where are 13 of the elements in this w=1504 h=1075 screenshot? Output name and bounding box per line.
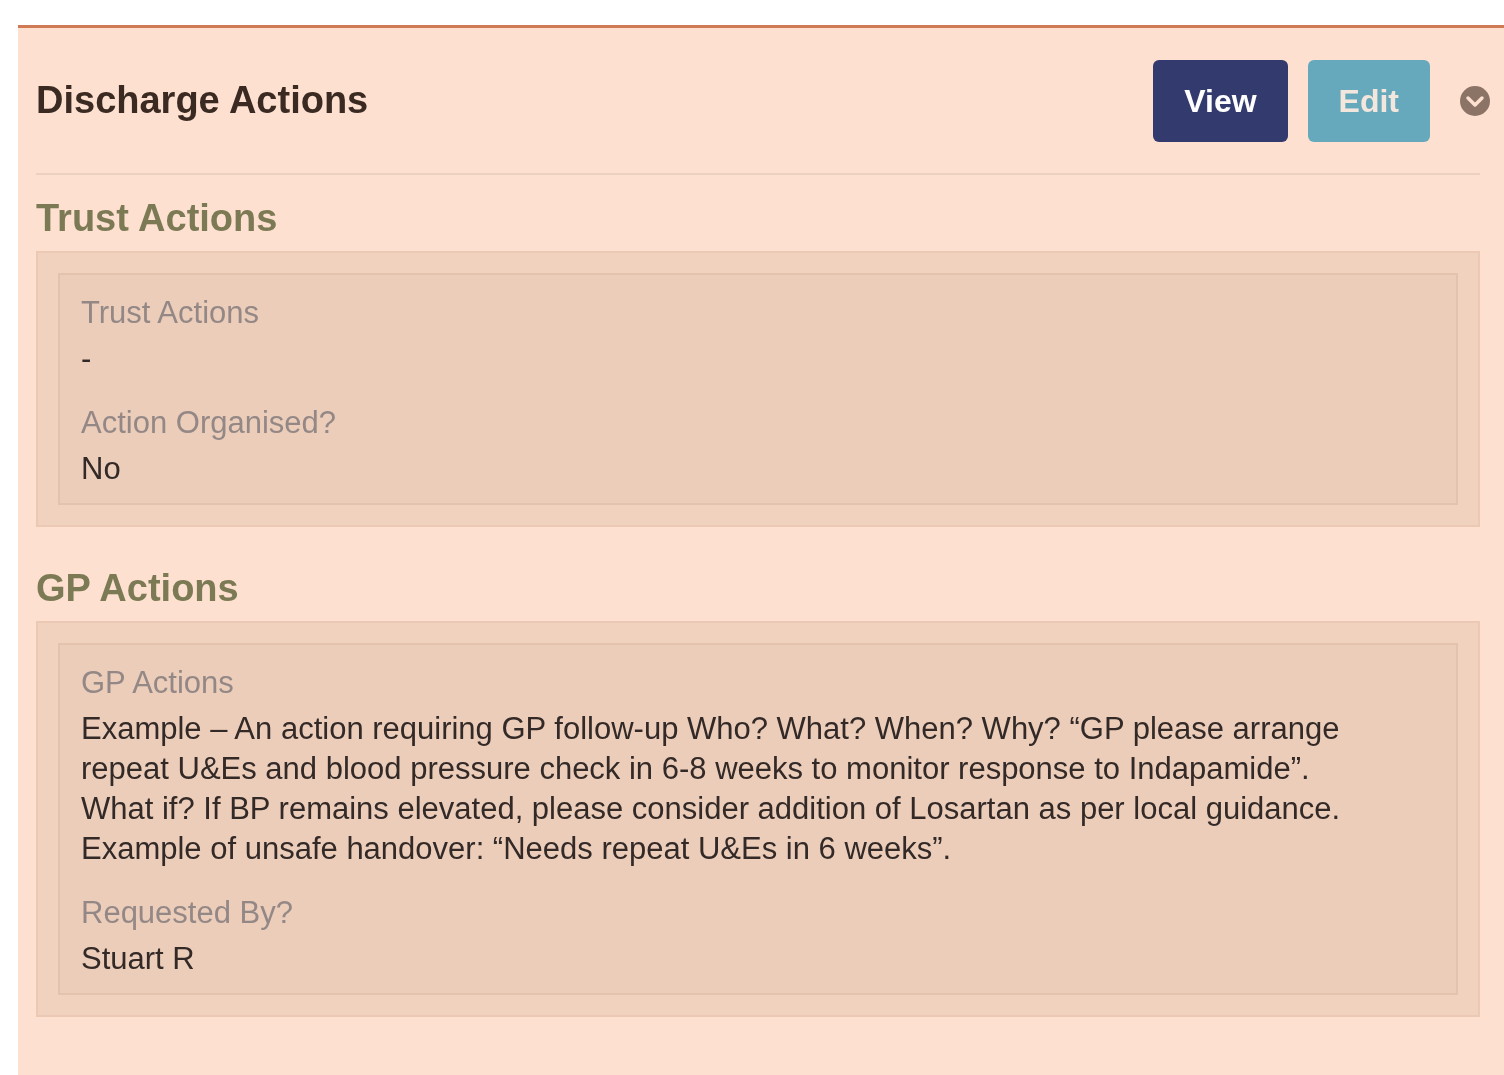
section-title: Trust Actions bbox=[36, 196, 279, 241]
field-value: Example – An action requiring GP follow-up Who? What? When? Why? “GP please arrange repeat U&Es and blood pressure check in 6-8 weeks to monitor response to Indapamide”. What if? If BP remains elevated, please consider addition of Losartan as per local guidance. Example of unsafe handover: “Needs repeat U&Es in 6 weeks”. bbox=[81, 710, 1342, 868]
field-value: - bbox=[81, 340, 93, 378]
view-button[interactable]: View bbox=[1153, 59, 1288, 142]
field-value: No bbox=[81, 450, 122, 488]
section-title: GP Actions bbox=[36, 566, 240, 611]
field-label: Requested By? bbox=[81, 894, 294, 932]
field-label: Action Organised? bbox=[81, 404, 338, 442]
field-label: GP Actions bbox=[81, 664, 235, 702]
panel-title: Discharge Actions bbox=[36, 78, 370, 123]
chevron-down-icon[interactable] bbox=[1460, 85, 1490, 116]
field-label: Trust Actions bbox=[81, 294, 261, 332]
field-value: Stuart R bbox=[81, 940, 196, 978]
